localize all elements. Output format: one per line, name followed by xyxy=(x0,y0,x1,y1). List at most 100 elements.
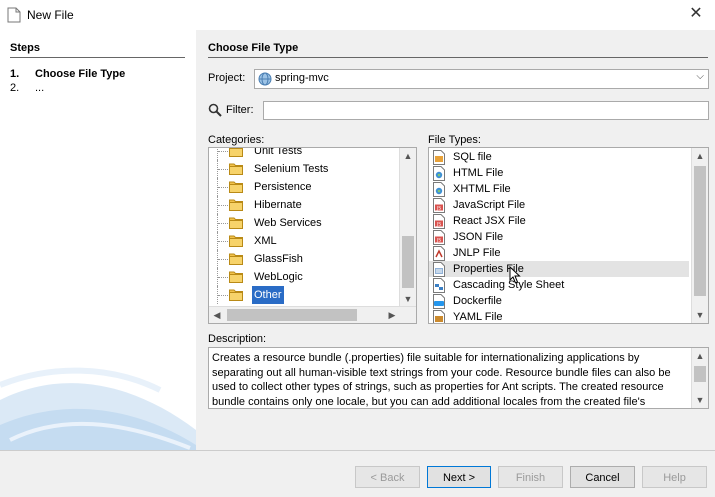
project-value: spring-mvc xyxy=(275,72,329,84)
category-item[interactable]: Other xyxy=(209,286,399,304)
description-box[interactable]: Creates a resource bundle (.properties) … xyxy=(208,347,709,409)
category-label: Selenium Tests xyxy=(254,163,329,175)
file-type-item[interactable]: Dockerfile xyxy=(429,293,689,309)
yaml-file-icon xyxy=(433,310,445,323)
file-type-item[interactable]: JS React JSX File xyxy=(429,213,689,229)
steps-heading: Steps xyxy=(10,42,40,54)
new-file-icon xyxy=(7,7,21,23)
scroll-up-icon[interactable]: ▲ xyxy=(692,148,708,164)
help-button[interactable]: Help xyxy=(642,466,707,488)
description-text: Creates a resource bundle (.properties) … xyxy=(212,352,671,408)
close-icon[interactable]: ✕ xyxy=(687,5,705,23)
javascript-file-icon: JS xyxy=(433,198,445,213)
file-type-item[interactable]: JNLP File xyxy=(429,245,689,261)
scroll-left-icon[interactable]: ◀ xyxy=(209,307,225,323)
file-type-item[interactable]: JS JavaScript File xyxy=(429,197,689,213)
properties-file-icon xyxy=(433,262,445,277)
docker-file-icon xyxy=(433,294,445,309)
back-button[interactable]: < Back xyxy=(355,466,420,488)
scroll-thumb[interactable] xyxy=(694,366,706,382)
category-label: Hibernate xyxy=(254,199,302,211)
scroll-thumb[interactable] xyxy=(694,166,706,296)
folder-icon xyxy=(229,235,243,247)
category-item[interactable]: Persistence xyxy=(209,178,399,196)
category-label: Unit Tests xyxy=(254,147,303,157)
category-item[interactable]: WebLogic xyxy=(209,268,399,286)
file-type-label: Dockerfile xyxy=(453,295,502,307)
category-item[interactable]: Unit Tests xyxy=(209,147,399,160)
scroll-thumb[interactable] xyxy=(227,309,357,321)
description-label: Description: xyxy=(208,333,267,345)
folder-icon xyxy=(229,253,243,265)
file-types-vertical-scrollbar[interactable]: ▲ ▼ xyxy=(691,148,708,323)
page-title: Choose File Type xyxy=(208,42,299,54)
category-label: Persistence xyxy=(254,181,312,193)
category-label: GlassFish xyxy=(254,253,303,265)
scroll-right-icon[interactable]: ▶ xyxy=(384,307,400,323)
scroll-down-icon[interactable]: ▼ xyxy=(692,392,708,408)
description-vertical-scrollbar[interactable]: ▲ ▼ xyxy=(691,348,708,408)
next-button[interactable]: Next > xyxy=(427,466,491,488)
categories-label: Categories: xyxy=(208,134,265,146)
scroll-up-icon[interactable]: ▲ xyxy=(400,148,416,164)
steps-divider xyxy=(10,57,185,58)
category-item[interactable]: Web Services xyxy=(209,214,399,232)
categories-horizontal-scrollbar[interactable]: ◀ ▶ xyxy=(209,306,416,323)
file-type-label: HTML File xyxy=(453,167,504,179)
categories-vertical-scrollbar[interactable]: ▲ ▼ xyxy=(399,148,416,307)
svg-text:JS: JS xyxy=(436,238,441,244)
svg-text:JS: JS xyxy=(436,206,441,212)
project-select[interactable]: spring-mvc ⌵ xyxy=(254,69,709,89)
file-type-item[interactable]: Properties File xyxy=(429,261,689,277)
categories-tree[interactable]: Unit Tests Selenium Tests Persistence Hiber… xyxy=(208,147,417,324)
scroll-up-icon[interactable]: ▲ xyxy=(692,348,708,364)
file-type-item[interactable]: HTML File xyxy=(429,165,689,181)
project-label: Project: xyxy=(208,72,246,84)
window-title: New File xyxy=(27,8,74,22)
file-type-item[interactable]: XHTML File xyxy=(429,181,689,197)
category-label: Web Services xyxy=(254,217,322,229)
step-2: 2.... xyxy=(10,82,45,94)
finish-button[interactable]: Finish xyxy=(498,466,563,488)
scroll-thumb[interactable] xyxy=(402,236,414,288)
category-item[interactable]: XML xyxy=(209,232,399,250)
file-types-label: File Types: xyxy=(428,134,481,146)
folder-icon xyxy=(229,271,243,283)
category-label: Other xyxy=(252,286,284,304)
search-icon xyxy=(208,103,222,117)
scroll-down-icon[interactable]: ▼ xyxy=(692,307,708,323)
decorative-swoosh xyxy=(0,367,196,450)
jsx-file-icon: JS xyxy=(433,214,445,229)
file-type-label: JSON File xyxy=(453,231,504,243)
xhtml-file-icon xyxy=(433,182,445,197)
folder-icon xyxy=(229,163,243,175)
file-types-list[interactable]: SQL file HTML File XHTML File JS JavaScript … xyxy=(428,147,709,324)
folder-icon xyxy=(229,181,243,193)
file-type-label: YAML File xyxy=(453,311,503,323)
category-item[interactable]: Selenium Tests xyxy=(209,160,399,178)
file-type-label: JNLP File xyxy=(453,247,501,259)
mouse-cursor-icon xyxy=(509,266,521,284)
jnlp-file-icon xyxy=(433,246,445,261)
title-bar: New File ✕ xyxy=(0,0,715,30)
css-file-icon xyxy=(433,278,445,293)
file-type-item[interactable]: YAML File xyxy=(429,309,689,323)
file-type-label: SQL file xyxy=(453,151,492,163)
filter-input[interactable] xyxy=(263,101,709,120)
file-type-item[interactable]: JS JSON File xyxy=(429,229,689,245)
category-label: XML xyxy=(254,235,277,247)
main-panel: Choose File Type Project: spring-mvc ⌵ F… xyxy=(196,30,715,450)
sql-file-icon xyxy=(433,150,445,165)
category-item[interactable]: GlassFish xyxy=(209,250,399,268)
step-1: 1. Choose File Type xyxy=(10,68,126,80)
file-type-label: JavaScript File xyxy=(453,199,526,211)
cancel-button[interactable]: Cancel xyxy=(570,466,635,488)
category-item[interactable]: Hibernate xyxy=(209,196,399,214)
scroll-down-icon[interactable]: ▼ xyxy=(400,291,416,307)
file-type-item[interactable]: Cascading Style Sheet xyxy=(429,277,689,293)
project-globe-icon xyxy=(258,72,272,86)
file-type-item[interactable]: SQL file xyxy=(429,149,689,165)
chevron-down-icon[interactable]: ⌵ xyxy=(696,71,704,82)
folder-icon xyxy=(229,148,243,157)
title-divider xyxy=(208,57,708,58)
